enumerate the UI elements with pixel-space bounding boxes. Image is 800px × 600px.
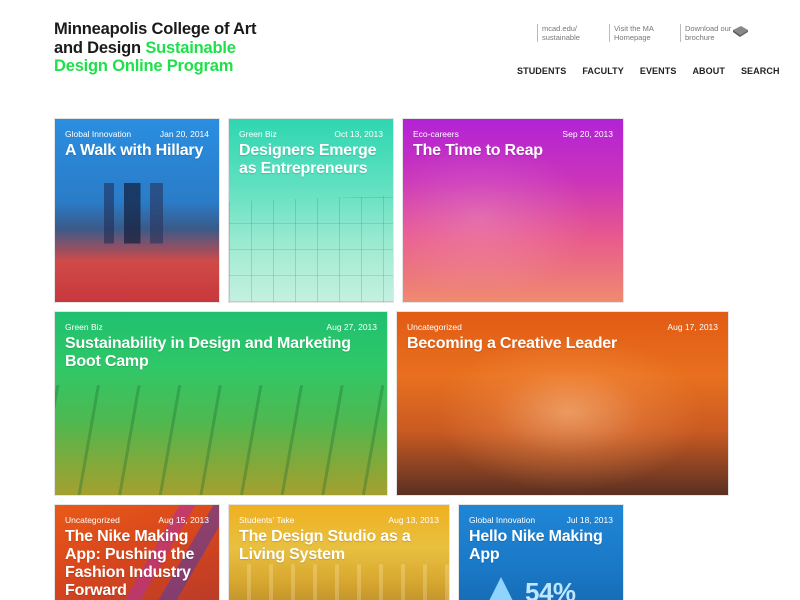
post-meta: Students' Take Aug 13, 2013: [239, 515, 439, 525]
post-tile[interactable]: 54% Global Innovation Jul 18, 2013 Hello…: [458, 504, 624, 600]
post-tile[interactable]: Uncategorized Aug 17, 2013 Becoming a Cr…: [396, 311, 729, 496]
post-title[interactable]: A Walk with Hillary: [65, 142, 211, 160]
post-title[interactable]: Becoming a Creative Leader: [407, 335, 720, 353]
post-category[interactable]: Green Biz: [65, 322, 103, 332]
post-category[interactable]: Green Biz: [239, 129, 277, 139]
post-date: Jul 18, 2013: [566, 515, 613, 525]
util-link-mcad-line2: sustainable: [542, 33, 580, 42]
util-link-homepage[interactable]: Visit the MA Homepage: [609, 24, 673, 42]
post-tile[interactable]: Green Biz Oct 13, 2013 Designers Emerge …: [228, 118, 394, 303]
post-image-figure: 54%: [525, 577, 576, 600]
post-meta: Eco-careers Sep 20, 2013: [413, 129, 613, 139]
nav-events[interactable]: EVENTS: [640, 66, 677, 76]
post-title[interactable]: Sustainability in Design and Marketing B…: [65, 335, 379, 371]
site-logo[interactable]: Minneapolis College of Art and Design Su…: [54, 20, 294, 76]
post-meta: Uncategorized Aug 15, 2013: [65, 515, 209, 525]
post-title[interactable]: The Nike Making App: Pushing the Fashion…: [65, 528, 211, 600]
post-category[interactable]: Global Innovation: [65, 129, 131, 139]
post-meta: Green Biz Aug 27, 2013: [65, 322, 377, 332]
post-meta: Green Biz Oct 13, 2013: [239, 129, 383, 139]
post-date: Aug 17, 2013: [667, 322, 718, 332]
post-title[interactable]: The Design Studio as a Living System: [239, 528, 441, 564]
post-date: Aug 15, 2013: [158, 515, 209, 525]
post-tile[interactable]: Eco-careers Sep 20, 2013 The Time to Rea…: [402, 118, 624, 303]
site-title-line1: Minneapolis College of Art: [54, 20, 257, 38]
post-category[interactable]: Eco-careers: [413, 129, 459, 139]
post-tile[interactable]: Green Biz Aug 27, 2013 Sustainability in…: [54, 311, 388, 496]
post-meta: Uncategorized Aug 17, 2013: [407, 322, 718, 332]
site-title-accent: Sustainable: [145, 38, 236, 57]
nav-about[interactable]: ABOUT: [692, 66, 725, 76]
post-date: Aug 13, 2013: [388, 515, 439, 525]
post-title[interactable]: Designers Emerge as Entrepreneurs: [239, 142, 385, 178]
nav-students[interactable]: STUDENTS: [517, 66, 566, 76]
nav-faculty[interactable]: FACULTY: [582, 66, 624, 76]
post-date: Sep 20, 2013: [562, 129, 613, 139]
site-title-line3: Design Online Program: [54, 57, 234, 75]
post-tile[interactable]: Students' Take Aug 13, 2013 The Design S…: [228, 504, 450, 600]
post-date: Oct 13, 2013: [334, 129, 383, 139]
post-category[interactable]: Global Innovation: [469, 515, 535, 525]
site-title-line2: and Design: [54, 38, 146, 57]
post-category[interactable]: Students' Take: [239, 515, 294, 525]
post-category[interactable]: Uncategorized: [65, 515, 120, 525]
post-date: Aug 27, 2013: [326, 322, 377, 332]
main-nav: STUDENTS FACULTY EVENTS ABOUT SEARCH: [517, 66, 780, 76]
post-tile[interactable]: Uncategorized Aug 15, 2013 The Nike Maki…: [54, 504, 220, 600]
post-title[interactable]: Hello Nike Making App: [469, 528, 615, 564]
util-link-homepage-line2: Homepage: [614, 33, 651, 42]
post-title[interactable]: The Time to Reap: [413, 142, 615, 160]
nav-search[interactable]: SEARCH: [741, 66, 780, 76]
post-meta: Global Innovation Jan 20, 2014: [65, 129, 209, 139]
util-link-mcad[interactable]: mcad.edu/ sustainable: [537, 24, 601, 42]
post-tile[interactable]: Global Innovation Jan 20, 2014 A Walk wi…: [54, 118, 220, 303]
post-date: Jan 20, 2014: [159, 129, 209, 139]
post-category[interactable]: Uncategorized: [407, 322, 462, 332]
post-meta: Global Innovation Jul 18, 2013: [469, 515, 613, 525]
util-link-mcad-line1: mcad.edu/: [542, 24, 578, 33]
util-link-homepage-line1: Visit the MA: [614, 24, 654, 33]
brochure-icon[interactable]: [731, 24, 749, 38]
